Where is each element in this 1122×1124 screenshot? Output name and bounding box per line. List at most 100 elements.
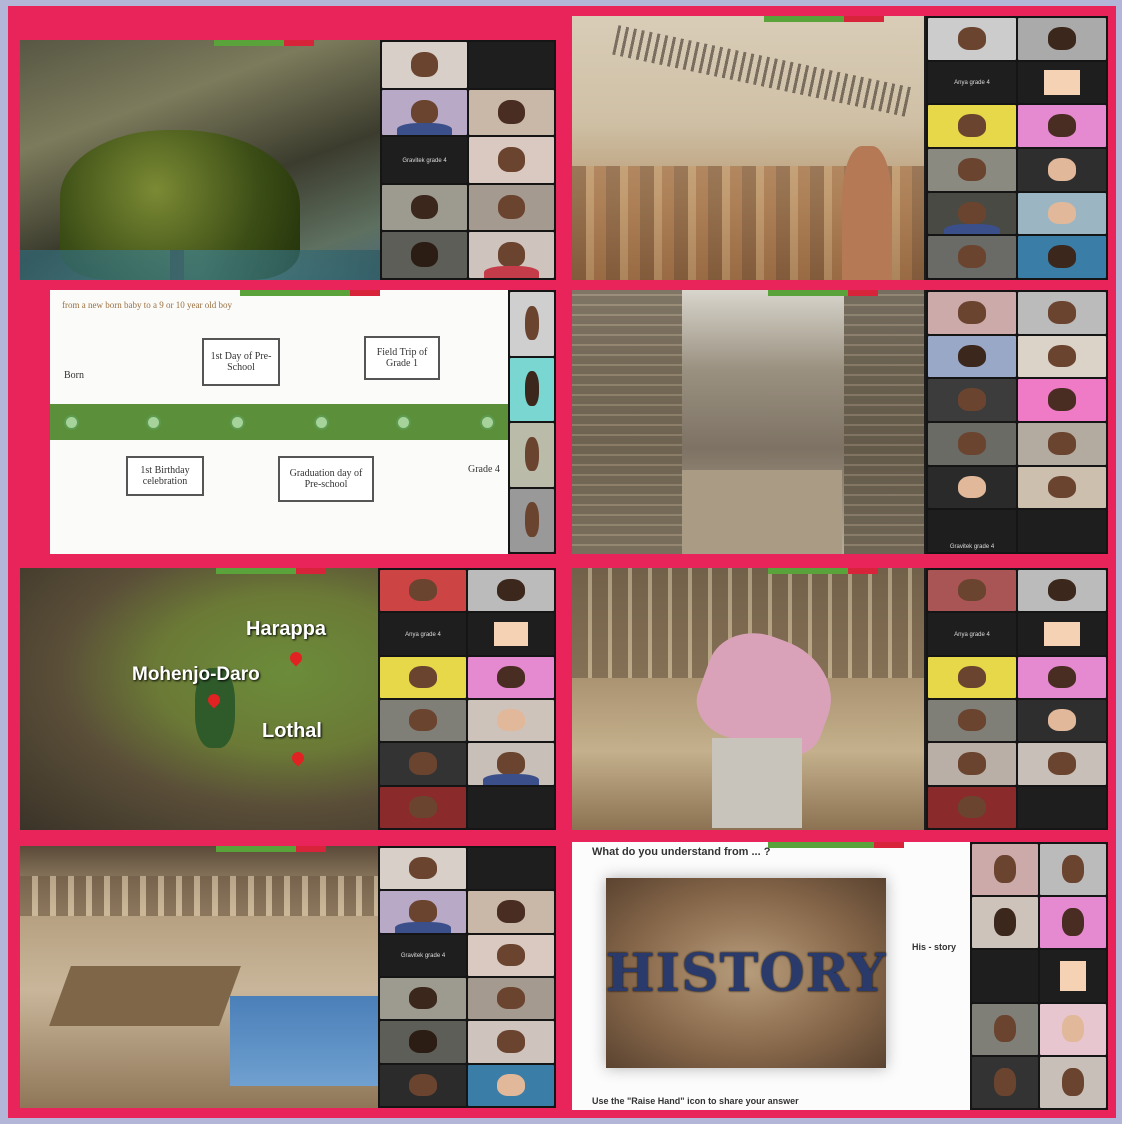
participant-tile[interactable]: [1018, 699, 1106, 742]
participant-tile[interactable]: [468, 570, 554, 612]
participant-tile[interactable]: [928, 149, 1016, 191]
participant-tile[interactable]: [1018, 656, 1106, 698]
participant-tile[interactable]: Anya grade 4: [928, 613, 1016, 655]
participant-tile[interactable]: [928, 699, 1016, 742]
participant-tile[interactable]: [1040, 1056, 1106, 1108]
participant-gallery: Anya grade 4: [378, 568, 556, 830]
participant-tile[interactable]: [928, 18, 1016, 60]
participant-tile[interactable]: [468, 891, 554, 933]
participant-tile[interactable]: [928, 466, 1016, 509]
participant-tile[interactable]: [928, 335, 1016, 378]
participant-tile[interactable]: [1018, 105, 1106, 147]
participant-tile[interactable]: [510, 292, 554, 356]
participant-tile[interactable]: [1040, 844, 1106, 896]
participant-tile[interactable]: [1018, 292, 1106, 334]
participant-tile[interactable]: [928, 786, 1016, 828]
participant-tile[interactable]: [468, 613, 554, 655]
participant-name: Gravitek grade 4: [949, 543, 995, 550]
participant-tile[interactable]: [1018, 466, 1106, 509]
participant-tile[interactable]: [1018, 423, 1106, 465]
participant-tile[interactable]: [468, 1064, 554, 1106]
participant-tile[interactable]: [972, 950, 1038, 1002]
history-image: HISTORY: [606, 878, 886, 1068]
participant-tile[interactable]: [1018, 236, 1106, 278]
participant-tile[interactable]: [972, 1056, 1038, 1108]
screenshot-map-slide: Harappa Mohenjo-Daro Lothal Anya grade 4: [20, 568, 556, 830]
participant-tile[interactable]: [1018, 379, 1106, 421]
participant-tile[interactable]: [928, 379, 1016, 421]
participant-tile[interactable]: [510, 357, 554, 421]
participant-tile[interactable]: [928, 292, 1016, 334]
participant-tile[interactable]: Gravitek grade 4: [928, 510, 1016, 552]
participant-tile[interactable]: Anya grade 4: [928, 61, 1016, 104]
participant-tile[interactable]: [510, 423, 554, 487]
participant-tile[interactable]: [380, 570, 466, 612]
participant-tile[interactable]: [1018, 149, 1106, 191]
participant-tile[interactable]: Anya grade 4: [380, 613, 466, 655]
participant-tile[interactable]: [468, 656, 554, 698]
participant-tile[interactable]: [928, 656, 1016, 698]
photo-collage: Gravitek grade 4 Anya grade 4 from a new…: [8, 6, 1116, 1118]
participant-tile[interactable]: [469, 42, 554, 88]
participant-tile[interactable]: [380, 891, 466, 933]
participant-tile[interactable]: [468, 977, 554, 1020]
recording-bar: [768, 842, 904, 848]
participant-tile[interactable]: [468, 786, 554, 828]
participant-tile[interactable]: [380, 977, 466, 1020]
participant-name: Gravitek grade 4: [400, 953, 446, 960]
participant-tile[interactable]: [469, 232, 554, 278]
map-pin-icon: [287, 649, 305, 667]
participant-tile[interactable]: [1018, 192, 1106, 235]
participant-gallery: Anya grade 4: [926, 568, 1108, 830]
participant-tile[interactable]: [1018, 786, 1106, 828]
participant-tile[interactable]: [382, 42, 467, 88]
participant-tile[interactable]: [1018, 743, 1106, 785]
participant-tile[interactable]: Gravitek grade 4: [380, 934, 466, 976]
participant-tile[interactable]: [1018, 18, 1106, 60]
participant-tile[interactable]: [1018, 335, 1106, 378]
participant-tile[interactable]: [469, 137, 554, 183]
participant-tile[interactable]: [380, 848, 466, 890]
participant-tile[interactable]: [469, 89, 554, 136]
participant-tile[interactable]: [468, 848, 554, 890]
participant-tile[interactable]: [469, 184, 554, 231]
participant-tile[interactable]: [382, 89, 467, 136]
participant-tile[interactable]: [972, 1003, 1038, 1055]
participant-tile[interactable]: [380, 743, 466, 785]
participant-name: Anya grade 4: [405, 631, 441, 638]
participant-tile[interactable]: [1018, 613, 1106, 655]
participant-tile[interactable]: [380, 1064, 466, 1106]
participant-tile[interactable]: [928, 423, 1016, 465]
participant-tile[interactable]: [972, 844, 1038, 896]
participant-tile[interactable]: [380, 699, 466, 742]
participant-tile[interactable]: [380, 656, 466, 698]
participant-tile[interactable]: [468, 743, 554, 785]
participant-tile[interactable]: [1018, 61, 1106, 104]
participant-tile[interactable]: [1018, 570, 1106, 612]
timeline-track: [50, 404, 508, 440]
participant-tile[interactable]: [1018, 510, 1106, 552]
participant-tile[interactable]: [468, 699, 554, 742]
participant-tile[interactable]: [1040, 1003, 1106, 1055]
participant-tile[interactable]: [468, 934, 554, 976]
timeline-dot: [146, 415, 161, 430]
participant-tile[interactable]: [928, 236, 1016, 278]
participant-tile[interactable]: [1040, 897, 1106, 949]
participant-tile[interactable]: [972, 897, 1038, 949]
participant-tile[interactable]: [468, 1021, 554, 1063]
participant-tile[interactable]: [928, 105, 1016, 147]
participant-tile[interactable]: [380, 786, 466, 828]
participant-tile[interactable]: [1040, 950, 1106, 1002]
participant-tile[interactable]: [510, 488, 554, 552]
timeline-dot: [64, 415, 79, 430]
participant-tile[interactable]: [382, 184, 467, 231]
participant-tile[interactable]: [928, 743, 1016, 785]
participant-tile[interactable]: [928, 570, 1016, 612]
timeline-label-grade4: Grade 4: [468, 464, 500, 475]
participant-tile[interactable]: [928, 192, 1016, 235]
footer-instruction: Use the "Raise Hand" icon to share your …: [592, 1096, 799, 1106]
participant-tile[interactable]: [380, 1021, 466, 1063]
participant-tile[interactable]: Gravitek grade 4: [382, 137, 467, 183]
map-label-harappa: Harappa: [246, 618, 327, 640]
participant-tile[interactable]: [382, 232, 467, 278]
